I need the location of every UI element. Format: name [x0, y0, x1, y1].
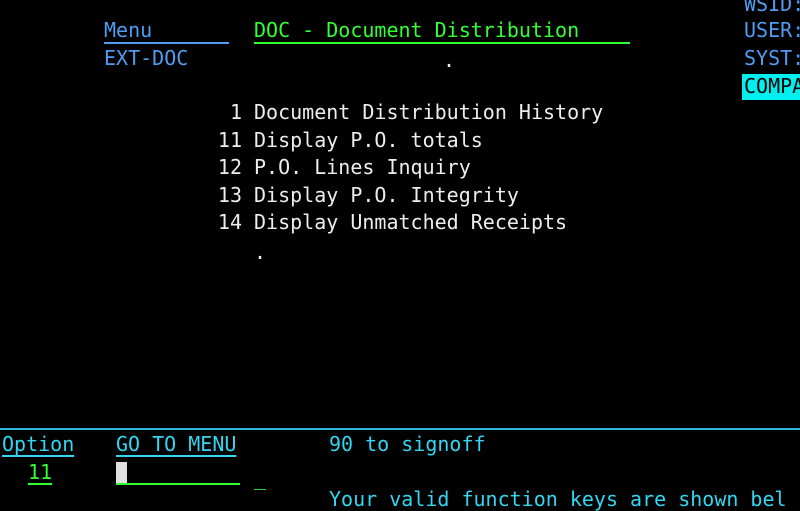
menu-label-underline: [104, 42, 229, 44]
goto-menu-label: GO TO MENU: [116, 432, 237, 456]
function-keys-hint: Your valid function keys are shown bel: [329, 487, 787, 511]
signoff-hint: 90 to signoff: [329, 432, 486, 456]
menu-item-12[interactable]: 12 P.O. Lines Inquiry: [0, 157, 700, 183]
menu-item-number: 14: [217, 210, 242, 234]
system-label: SYST:: [744, 46, 800, 70]
menu-item-label: Display P.O. totals: [254, 128, 483, 152]
wsid-label: WSID:: [744, 0, 800, 16]
menu-item-1[interactable]: 1 Document Distribution History: [0, 102, 700, 128]
menu-item-label: Display P.O. Integrity: [254, 183, 519, 207]
screen-title-underline: [254, 42, 630, 44]
menu-name: EXT-DOC: [104, 46, 189, 70]
menu-item-number: 11: [217, 128, 242, 152]
menu-item-number: 1: [229, 100, 242, 124]
menu-item-label: Document Distribution History: [254, 100, 604, 124]
footer-divider: [0, 428, 800, 430]
menu-item-11[interactable]: 11 Display P.O. totals: [0, 130, 700, 156]
screen-title: DOC - Document Distribution: [254, 18, 580, 42]
menu-label: Menu: [104, 18, 153, 42]
menu-item-number: 12: [217, 155, 242, 179]
option-field[interactable]: 11: [28, 462, 52, 482]
menu-item-label: Display Unmatched Receipts: [254, 210, 568, 234]
trailing-underscore: _: [254, 466, 267, 490]
option-label: Option: [2, 432, 75, 456]
text-cursor: [116, 462, 127, 484]
menu-item-13[interactable]: 13 Display P.O. Integrity: [0, 185, 700, 211]
goto-menu-field-underline[interactable]: [116, 483, 240, 485]
company-label: COMPA: [744, 74, 800, 98]
menu-item-label: P.O. Lines Inquiry: [254, 155, 471, 179]
menu-end-dot: .: [254, 240, 267, 264]
title-dot: .: [443, 48, 456, 72]
user-label: USER:: [744, 18, 800, 42]
menu-item-14[interactable]: 14 Display Unmatched Receipts: [0, 212, 700, 238]
menu-item-number: 13: [217, 183, 242, 207]
